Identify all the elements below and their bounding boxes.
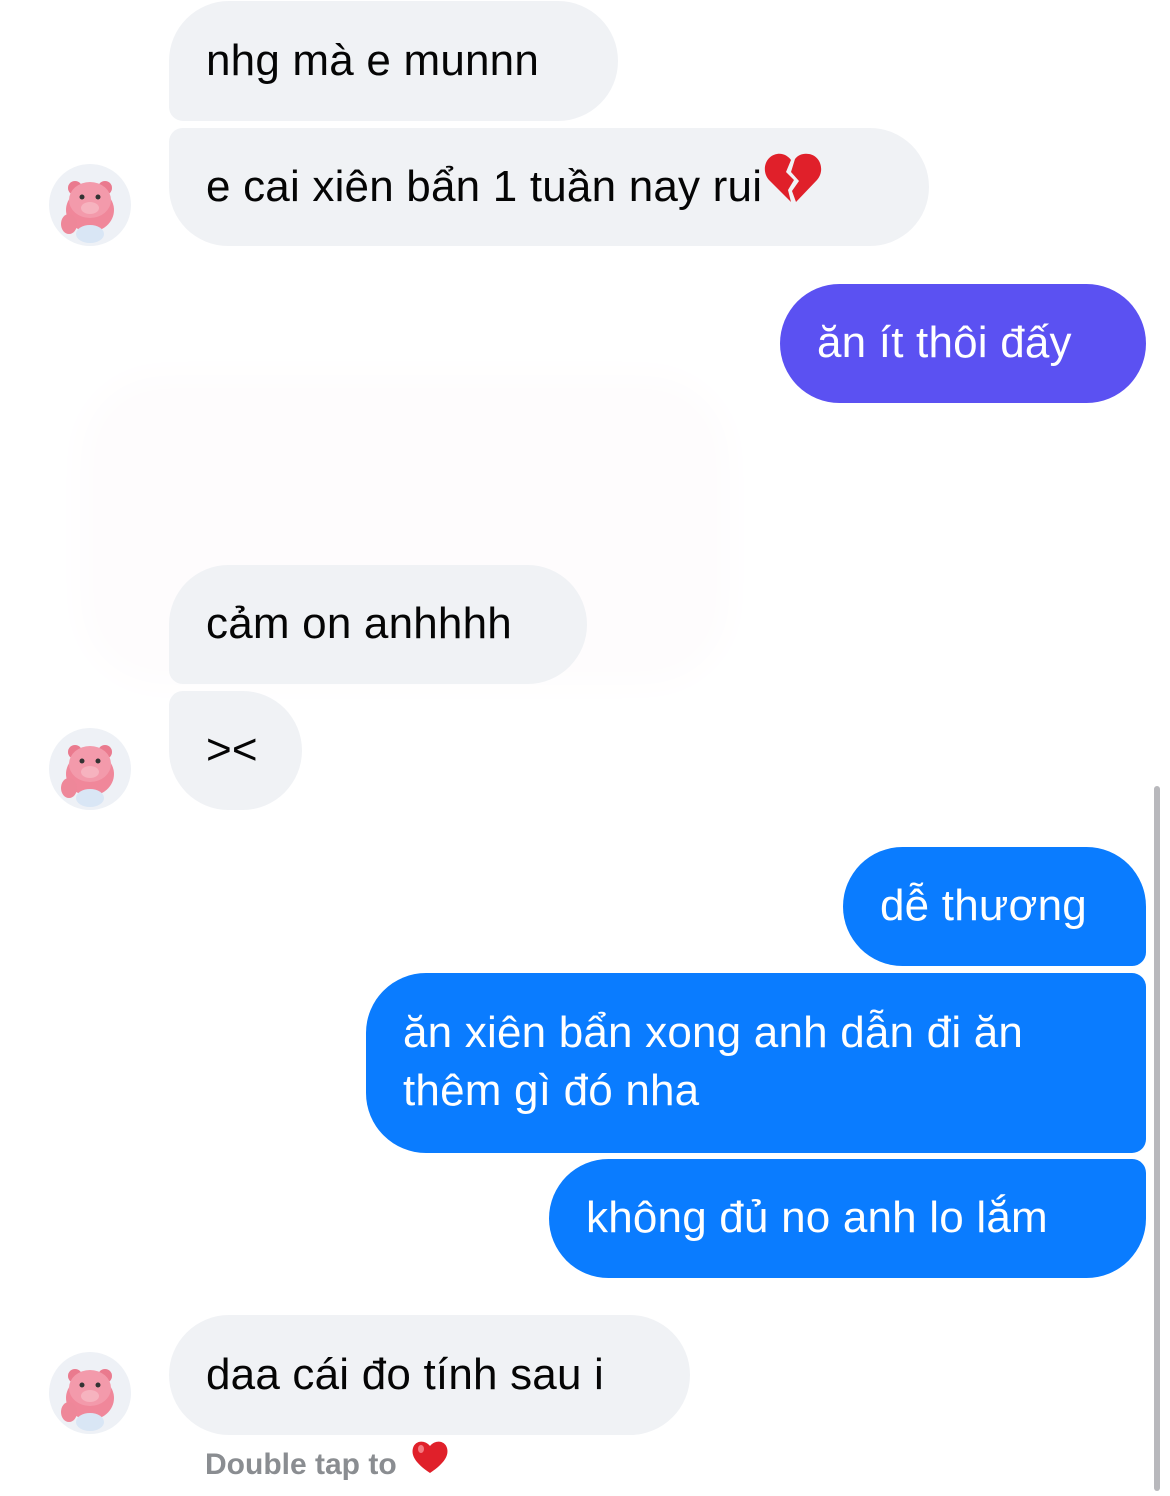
message-text: không đủ no anh lo lắm	[586, 1193, 1048, 1242]
red-heart-icon	[411, 1439, 449, 1488]
message-bubble-incoming[interactable]: daa cái đo tính sau i	[169, 1315, 690, 1435]
contact-avatar[interactable]	[49, 728, 131, 810]
message-text: dễ thương	[880, 881, 1087, 930]
message-text: ăn ít thôi đấy	[817, 318, 1072, 367]
scrollbar[interactable]	[1154, 786, 1160, 1491]
message-bubble-incoming[interactable]: e cai xiên bẩn 1 tuần nay rui	[169, 128, 929, 246]
message-text-line: thêm gì đó nha	[403, 1066, 700, 1115]
message-bubble-outgoing[interactable]: không đủ no anh lo lắm	[549, 1159, 1146, 1278]
message-text: e cai xiên bẩn 1 tuần nay rui	[206, 162, 763, 211]
contact-avatar[interactable]	[49, 1352, 131, 1434]
message-text: ><	[206, 725, 258, 774]
broken-heart-icon	[764, 150, 822, 219]
double-tap-reaction-hint[interactable]: Double tap to	[205, 1441, 449, 1488]
message-bubble-outgoing[interactable]: ăn xiên bẩn xong anh dẫn đi ăn thêm gì đ…	[366, 973, 1146, 1153]
message-bubble-incoming[interactable]: nhg mà e munnn	[169, 1, 618, 121]
message-text-line: ăn xiên bẩn xong anh dẫn đi ăn	[403, 1008, 1024, 1057]
message-bubble-incoming[interactable]: ><	[169, 691, 302, 810]
message-bubble-outgoing[interactable]: dễ thương	[843, 847, 1146, 966]
contact-avatar[interactable]	[49, 164, 131, 246]
message-text: daa cái đo tính sau i	[206, 1350, 605, 1399]
message-bubble-outgoing[interactable]: ăn ít thôi đấy	[780, 284, 1146, 403]
hint-label: Double tap to	[205, 1448, 397, 1481]
message-bubble-incoming[interactable]: cảm on anhhhh	[169, 565, 587, 684]
message-text: cảm on anhhhh	[206, 599, 512, 648]
message-text: nhg mà e munnn	[206, 36, 540, 85]
